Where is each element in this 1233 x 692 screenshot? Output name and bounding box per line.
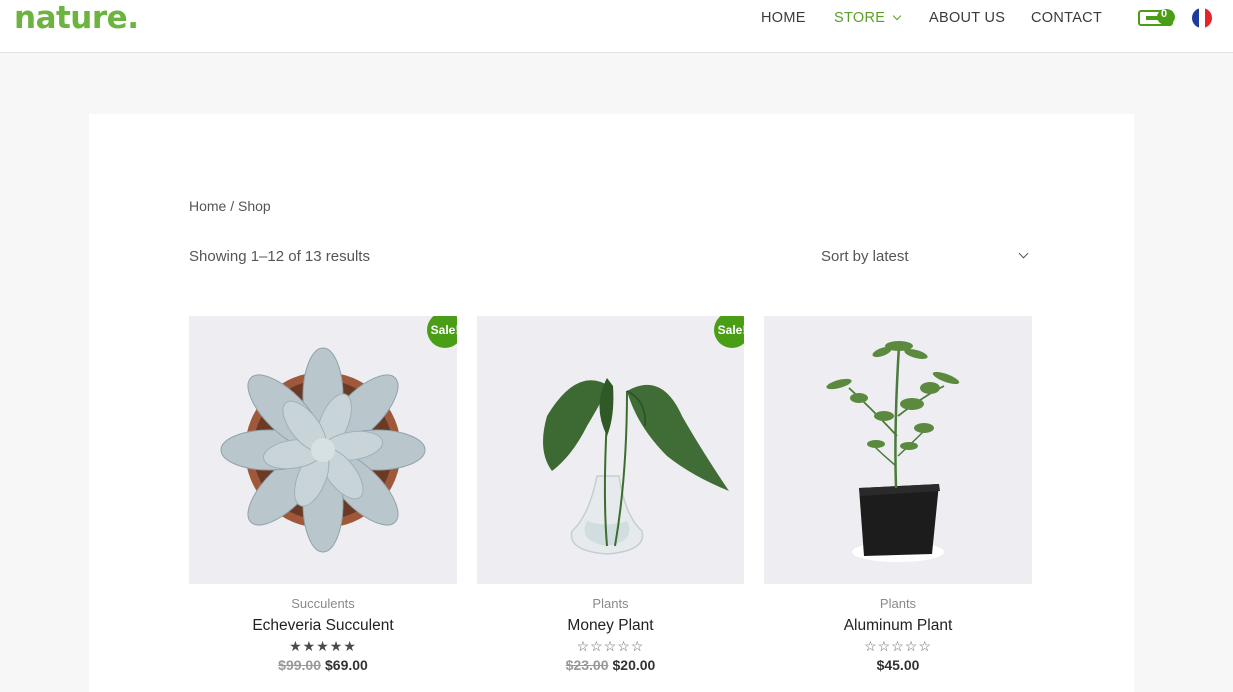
chevron-down-icon: [1018, 248, 1029, 259]
product-name[interactable]: Aluminum Plant: [764, 617, 1032, 635]
sale-price: $20.00: [612, 657, 656, 673]
product-price: $99.00 $69.00: [189, 657, 457, 673]
cart-button[interactable]: 0: [1138, 8, 1176, 28]
product-image-echeveria[interactable]: Sale!: [189, 316, 457, 584]
product-category[interactable]: Plants: [477, 596, 744, 611]
product-card[interactable]: Plants Aluminum Plant ☆☆☆☆☆ $45.00: [764, 316, 1032, 673]
product-category[interactable]: Succulents: [189, 596, 457, 611]
site-header: nature. HOME STORE ABOUT US CONTACT 0: [0, 0, 1233, 53]
site-logo[interactable]: nature.: [14, 0, 139, 36]
product-image-aluminum-plant[interactable]: [764, 316, 1032, 584]
product-category[interactable]: Plants: [764, 596, 1032, 611]
rating-stars: ☆☆☆☆☆: [864, 638, 932, 654]
sort-select[interactable]: Sort by latest: [821, 248, 1031, 265]
succulent-image: [220, 347, 426, 553]
rating-stars: ☆☆☆☆☆: [576, 638, 645, 654]
product-name[interactable]: Echeveria Succulent: [189, 617, 457, 635]
cart-icon: [1138, 9, 1175, 26]
sort-selected-value: Sort by latest: [821, 248, 909, 265]
product-price: $45.00: [764, 657, 1032, 673]
nav-store[interactable]: STORE: [834, 10, 902, 26]
rating-stars: ★★★★★: [289, 638, 357, 654]
aluminum-plant-image: [826, 341, 960, 562]
language-flag-icon[interactable]: [1192, 8, 1212, 28]
breadcrumb[interactable]: Home / Shop: [189, 198, 271, 214]
product-name[interactable]: Money Plant: [477, 617, 744, 635]
money-plant-image: [543, 378, 729, 555]
old-price: $23.00: [565, 657, 609, 673]
regular-price: $45.00: [876, 657, 920, 673]
product-image-money-plant[interactable]: Sale!: [477, 316, 744, 584]
old-price: $99.00: [278, 657, 321, 673]
product-price: $23.00 $20.00: [477, 657, 744, 673]
sale-price: $69.00: [325, 657, 368, 673]
chevron-down-icon: [892, 11, 902, 21]
nav-home[interactable]: HOME: [761, 10, 806, 26]
product-card[interactable]: Sale! Plants Money Plant ☆☆☆☆☆ $23.00 $20…: [477, 316, 744, 673]
product-card[interactable]: Sale! Succulents Echeveria Succulent ★★★…: [189, 316, 457, 673]
result-count: Showing 1–12 of 13 results: [189, 248, 370, 265]
cart-count: 0: [1161, 8, 1168, 20]
nav-store-label: STORE: [834, 10, 886, 26]
nav-contact[interactable]: CONTACT: [1031, 10, 1102, 26]
nav-about-us[interactable]: ABOUT US: [929, 10, 1005, 26]
